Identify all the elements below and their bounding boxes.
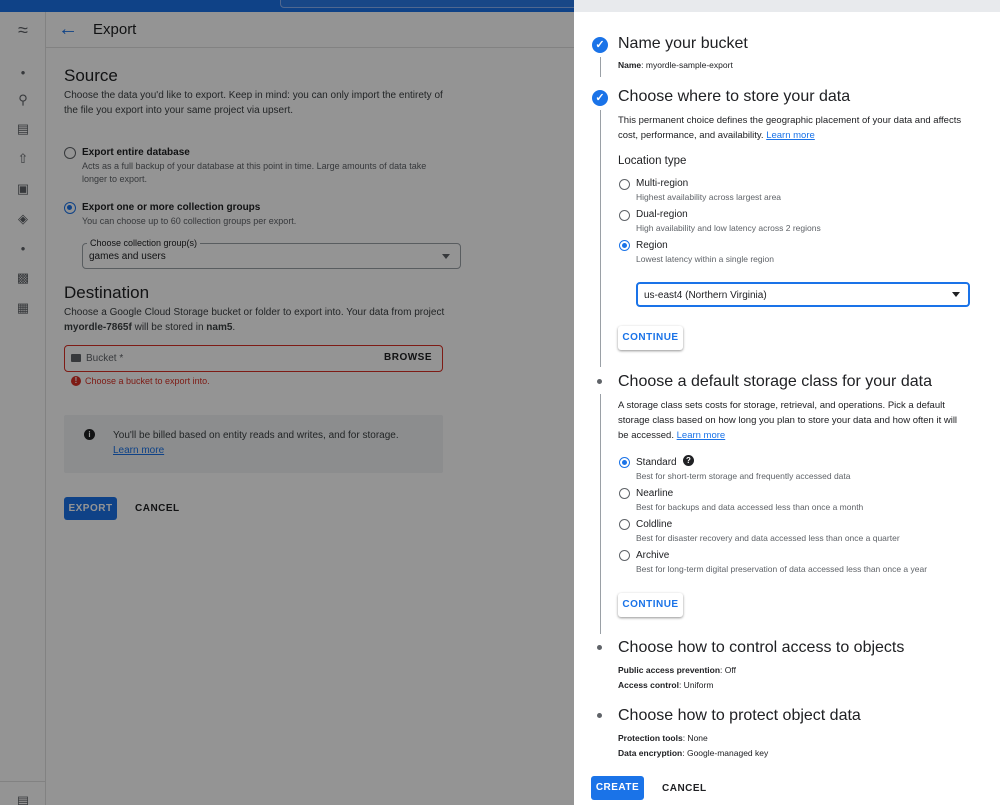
step-dot — [597, 713, 602, 718]
modal-scrim[interactable] — [0, 0, 574, 805]
step-connector — [600, 394, 601, 634]
radio-nearline[interactable] — [619, 488, 630, 499]
help-icon[interactable]: ? — [683, 455, 694, 466]
step5-title[interactable]: Choose how to protect object data — [618, 707, 861, 725]
option-nearline-desc: Best for backups and data accessed less … — [636, 502, 864, 512]
radio-standard[interactable] — [619, 457, 630, 468]
location-description: This permanent choice defines the geogra… — [618, 115, 962, 141]
protection-summary-line2: Data encryption: Google-managed key — [618, 748, 769, 758]
protection-summary-line1: Protection tools: None — [618, 733, 708, 743]
step4-title[interactable]: Choose how to control access to objects — [618, 639, 904, 657]
radio-region[interactable] — [619, 240, 630, 251]
access-summary-line2: Access control: Uniform — [618, 680, 714, 690]
radio-coldline[interactable] — [619, 519, 630, 530]
bucket-name-summary: Name: myordle-sample-export — [618, 60, 733, 70]
option-archive-desc: Best for long-term digital preservation … — [636, 564, 928, 574]
option-standard-desc: Best for short-term storage and frequent… — [636, 471, 851, 481]
step-connector — [600, 57, 601, 77]
option-coldline-desc: Best for disaster recovery and data acce… — [636, 533, 900, 543]
radio-dual-region[interactable] — [619, 210, 630, 221]
step-connector — [600, 110, 601, 367]
step3-title[interactable]: Choose a default storage class for your … — [618, 373, 932, 391]
radio-multi-region[interactable] — [619, 179, 630, 190]
option-dual-region-title: Dual-region — [636, 209, 688, 220]
storage-class-learn-more-link[interactable]: Learn more — [677, 430, 726, 441]
step1-title[interactable]: Name your bucket — [618, 35, 748, 53]
check-icon: ✓ — [592, 37, 608, 53]
option-region-desc: Lowest latency within a single region — [636, 254, 774, 264]
chevron-down-icon — [952, 292, 960, 297]
option-archive-title: Archive — [636, 550, 670, 561]
location-type-heading: Location type — [618, 155, 687, 167]
option-nearline-title: Nearline — [636, 488, 674, 499]
create-bucket-panel: ✓ Name your bucket Name: myordle-sample-… — [574, 0, 1000, 805]
step-dot — [597, 379, 602, 384]
cancel-button[interactable]: CANCEL — [662, 783, 707, 794]
step2-title[interactable]: Choose where to store your data — [618, 88, 850, 106]
option-multi-region-desc: Highest availability across largest area — [636, 192, 782, 202]
option-standard-title: Standard — [636, 457, 677, 468]
option-dual-region-desc: High availability and low latency across… — [636, 223, 821, 233]
option-region-title: Region — [636, 240, 668, 251]
continue-button-location[interactable]: CONTINUE — [618, 326, 683, 350]
location-learn-more-link[interactable]: Learn more — [766, 130, 815, 141]
storage-class-description: A storage class sets costs for storage, … — [618, 400, 958, 441]
radio-archive[interactable] — [619, 550, 630, 561]
create-button[interactable]: CREATE — [591, 776, 644, 800]
step-dot — [597, 645, 602, 650]
region-select-value: us-east4 (Northern Virginia) — [644, 290, 767, 301]
check-icon: ✓ — [592, 90, 608, 106]
region-select[interactable]: us-east4 (Northern Virginia) — [636, 282, 970, 307]
option-coldline-title: Coldline — [636, 519, 673, 530]
access-summary-line1: Public access prevention: Off — [618, 665, 736, 675]
continue-button-storage-class[interactable]: CONTINUE — [618, 593, 683, 617]
option-multi-region-title: Multi-region — [636, 178, 689, 189]
